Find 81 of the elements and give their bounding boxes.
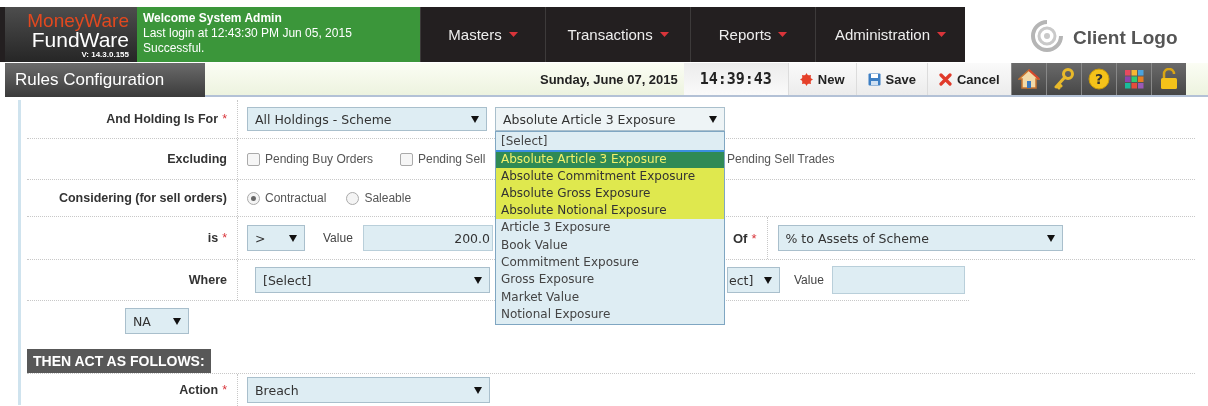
dropdown-option[interactable]: Market Value bbox=[496, 288, 724, 306]
dropdown[interactable]: ect] bbox=[727, 267, 780, 293]
radio-label: Contractual bbox=[265, 191, 327, 205]
dropdown-option[interactable]: Article 3 Exposure bbox=[496, 219, 724, 237]
dropdown[interactable]: All Holdings - Scheme bbox=[247, 107, 487, 131]
version-label: V: 14.3.0.155 bbox=[81, 50, 129, 59]
caret-icon bbox=[474, 386, 482, 394]
grid-button[interactable] bbox=[1115, 63, 1151, 95]
clock-display: 14:39:43 bbox=[683, 63, 788, 95]
client-logo-text: Client Logo bbox=[1073, 26, 1178, 49]
last-login-text: Last login at 12:43:30 PM Jun 05, 2015 bbox=[143, 26, 353, 41]
caret-icon bbox=[508, 32, 518, 37]
house-icon[interactable] bbox=[1017, 68, 1040, 90]
radio-button[interactable] bbox=[346, 191, 360, 205]
field-label: Considering (for sell orders) bbox=[58, 191, 227, 205]
required-mark: * bbox=[222, 231, 227, 245]
dropdown[interactable]: % to Assets of Scheme bbox=[777, 225, 1063, 251]
dropdown-option[interactable]: Gross Exposure bbox=[496, 271, 724, 289]
dropdown-option[interactable]: Absolute Notional Exposure bbox=[496, 202, 724, 220]
caret-icon bbox=[289, 234, 297, 242]
field-label: Excluding bbox=[167, 152, 227, 166]
value-label: Value bbox=[323, 231, 354, 245]
field-label: And Holding Is For bbox=[106, 112, 219, 126]
radio-button[interactable] bbox=[247, 191, 260, 205]
section-heading: THEN ACT AS FOLLOWS: bbox=[27, 349, 211, 373]
required-mark: * bbox=[222, 383, 227, 397]
dropdown[interactable]: Breach bbox=[247, 377, 490, 403]
field-label: Where bbox=[188, 273, 227, 287]
dropdown-option[interactable]: Absolute Article 3 Exposure bbox=[496, 150, 724, 168]
checkbox-label: Pending Sell Trades bbox=[727, 152, 835, 166]
spiral-icon bbox=[1029, 17, 1065, 52]
menu-item[interactable]: Masters bbox=[420, 7, 546, 62]
cancel-button[interactable]: Cancel bbox=[926, 63, 1011, 95]
checkbox[interactable] bbox=[400, 152, 413, 166]
field-label: Of bbox=[733, 230, 748, 246]
page-title: Rules Configuration bbox=[5, 63, 205, 97]
new-button[interactable]: New bbox=[787, 63, 856, 95]
dropdown[interactable]: > bbox=[247, 225, 305, 251]
required-mark: * bbox=[222, 112, 227, 126]
dropdown[interactable]: [Select] bbox=[255, 267, 490, 293]
dropdown-option[interactable]: Book Value bbox=[496, 236, 724, 255]
caret-icon bbox=[1046, 234, 1055, 242]
menu-item[interactable]: Reports bbox=[690, 7, 816, 62]
value-field[interactable]: 200.0 bbox=[363, 225, 493, 251]
dropdown-option[interactable]: Commitment Exposure bbox=[496, 254, 724, 272]
value-field[interactable] bbox=[831, 266, 965, 294]
menu-item[interactable]: Transactions bbox=[545, 7, 690, 62]
value-label: Value bbox=[794, 273, 824, 287]
help-button[interactable]: ? bbox=[1080, 63, 1116, 95]
field-label: is bbox=[207, 231, 219, 245]
caret-icon bbox=[471, 115, 479, 123]
dropdown-option[interactable]: Notional Exposure bbox=[496, 305, 724, 324]
color-grid-icon[interactable] bbox=[1122, 68, 1145, 90]
dropdown-option[interactable]: [Select] bbox=[496, 133, 724, 151]
caret-icon bbox=[173, 317, 181, 325]
login-status: Successful. bbox=[143, 41, 206, 56]
field-label: Action bbox=[179, 383, 219, 397]
help-icon[interactable]: ? bbox=[1087, 68, 1110, 90]
caret-icon bbox=[937, 32, 947, 37]
date-label: Sunday, June 07, 2015 bbox=[540, 70, 678, 89]
caret-icon bbox=[474, 276, 482, 284]
key-icon[interactable] bbox=[1052, 68, 1075, 90]
keys-button[interactable] bbox=[1045, 63, 1081, 95]
dropdown[interactable]: NA bbox=[125, 308, 189, 334]
checkbox-label: Pending Buy Orders bbox=[265, 152, 374, 166]
checkbox-label: Pending Sell bbox=[418, 152, 486, 166]
brand-name: MoneyWare bbox=[27, 10, 129, 30]
save-button[interactable]: Save bbox=[855, 63, 927, 95]
starburst-icon bbox=[799, 72, 813, 86]
home-button[interactable] bbox=[1010, 63, 1046, 95]
required-mark: * bbox=[751, 230, 757, 246]
dropdown[interactable]: Absolute Article 3 Exposure bbox=[495, 107, 725, 131]
caret-icon bbox=[764, 276, 772, 284]
checkbox[interactable] bbox=[247, 152, 260, 166]
welcome-title: Welcome System Admin bbox=[143, 11, 283, 26]
lock-button[interactable] bbox=[1150, 63, 1186, 95]
caret-icon bbox=[709, 115, 717, 123]
caret-icon bbox=[659, 32, 669, 37]
cross-icon bbox=[938, 72, 952, 86]
radio-label: Saleable bbox=[364, 191, 412, 205]
caret-icon bbox=[778, 32, 788, 37]
